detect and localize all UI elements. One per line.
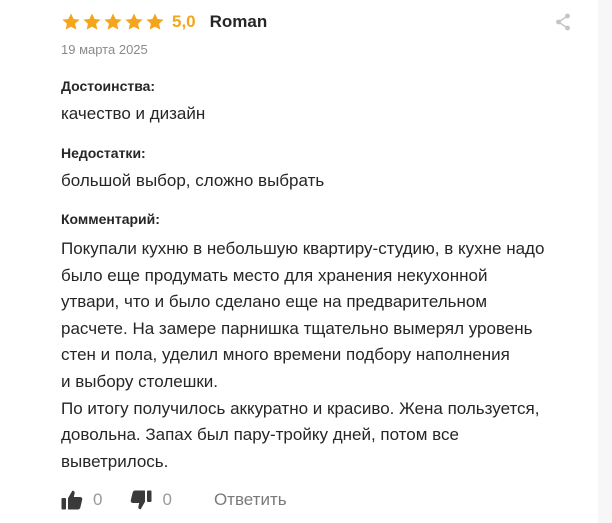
comment-line: и выбору столешки. [61, 371, 218, 391]
cons-text: большой выбор, сложно выбрать [61, 171, 325, 190]
thumbs-down-icon [131, 490, 152, 510]
star-icon [83, 13, 101, 30]
dislike-count: 0 [162, 490, 172, 509]
pros-text: качество и дизайн [61, 104, 206, 123]
comment-label: Комментарий: [61, 211, 160, 227]
comment-line: Покупали кухню в небольшую квартиру-студ… [61, 239, 545, 258]
star-icon [62, 13, 80, 30]
pros-label: Достоинства: [61, 78, 156, 94]
rating-stars [61, 12, 165, 32]
review-header: 5,0 Roman [61, 10, 267, 34]
star-icon [104, 13, 122, 30]
comment-line: было еще продумать место для хранения не… [61, 265, 488, 285]
like-button[interactable]: 0 [61, 490, 102, 510]
comment-line: выветрилось. [61, 451, 169, 471]
star-icon [146, 13, 164, 30]
comment-line: довольна. Запах был пару-тройку дней, по… [61, 425, 459, 445]
like-count: 0 [93, 490, 103, 509]
thumbs-up-icon [61, 490, 83, 510]
review-date: 19 марта 2025 [61, 42, 148, 57]
comment-line: стен и пола, уделил много времени подбор… [61, 345, 510, 365]
comment-line: утвари, что и было сделано еще на предва… [61, 292, 488, 312]
star-icon [125, 13, 143, 30]
reply-button[interactable]: Ответить [214, 490, 287, 510]
scroll-gutter [598, 0, 612, 523]
review-card: 5,0 Roman 19 марта 2025 Достоинства: кач… [0, 0, 612, 523]
share-icon[interactable] [555, 13, 571, 31]
comment-line: расчете. На замере парнишка тщательно вы… [61, 318, 533, 338]
dislike-button[interactable]: 0 [130, 490, 172, 510]
review-actions: 0 0 Ответить [61, 487, 287, 513]
author-name: Roman [209, 12, 268, 31]
comment-line: По итогу получилось аккуратно и красиво.… [61, 398, 540, 418]
rating-value: 5,0 [172, 12, 196, 31]
cons-label: Недостатки: [61, 145, 146, 161]
comment-text: Покупали кухню в небольшую квартиру-студ… [61, 236, 581, 475]
